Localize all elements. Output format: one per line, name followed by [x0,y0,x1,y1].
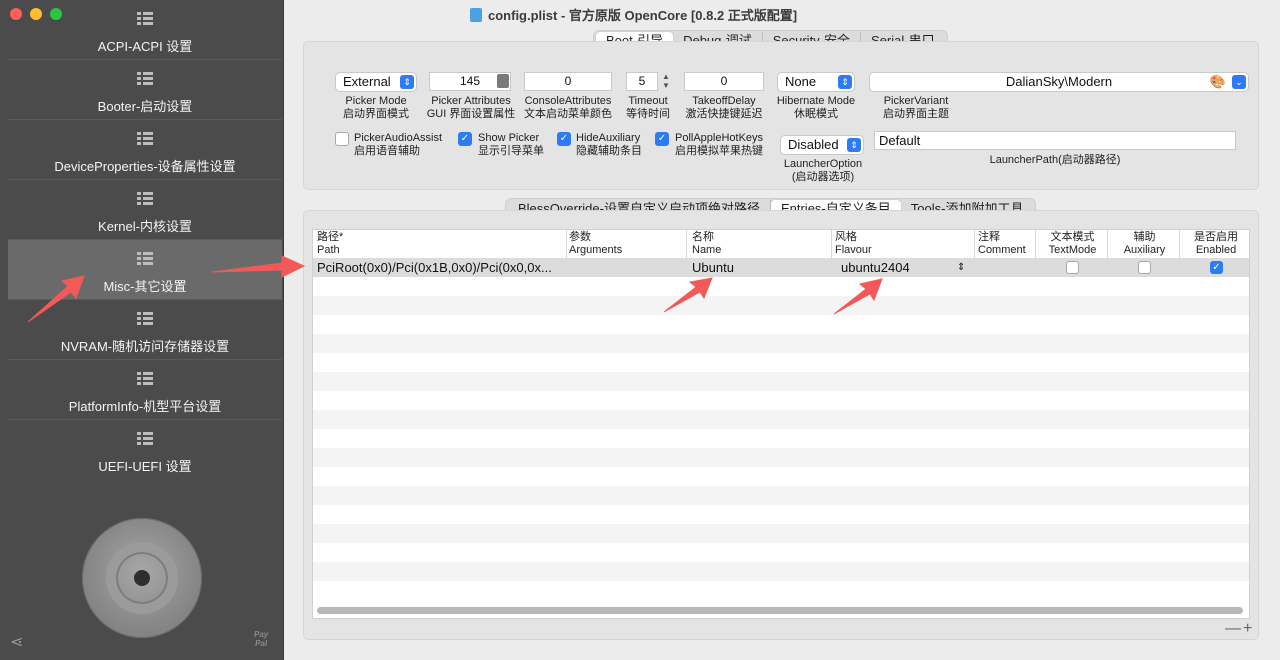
console-attributes-caption: ConsoleAttributes 文本启动菜单颜色 [524,95,612,120]
poll-apple-hotkeys-label: PollAppleHotKeys 启用模拟苹果热键 [675,132,764,157]
timeout-stepper[interactable]: ▲ ▼ [660,72,672,91]
cell-path[interactable]: PciRoot(0x0)/Pci(0x1B,0x0)/Pci(0x0,0x... [317,258,567,277]
sidebar-item-label: NVRAM-随机访问存储器设置 [60,339,230,354]
add-remove-buttons[interactable]: —+ [1225,620,1254,638]
picker-audio-assist-label: PickerAudioAssist 启用语音辅助 [354,132,443,157]
picker-mode-select[interactable]: External ⇕ [335,72,417,92]
opencore-logo [82,518,202,638]
hide-auxiliary-label: HideAuxiliary 隐藏辅助条目 [576,132,642,157]
column-header-comment[interactable]: 注释 Comment [978,230,1036,258]
timeout-caption: Timeout 等待时间 [626,95,670,120]
sidebar-item-label: ACPI-ACPI 设置 [97,39,193,54]
chevron-updown-icon[interactable]: ⇕ [957,258,971,277]
share-icon[interactable]: ⋖ [10,632,23,652]
chevron-updown-icon: ⇕ [838,75,852,89]
cell-flavour[interactable]: ubuntu2404 [841,258,961,277]
poll-apple-hotkeys-checkbox[interactable]: ✓ [655,132,669,146]
plist-file-icon [470,7,482,22]
list-icon [137,192,153,206]
auxiliary-checkbox[interactable] [1138,261,1151,274]
palette-icon: 🎨 [1209,74,1226,89]
sidebar-item-label: Misc-其它设置 [103,279,187,294]
window-title: config.plist - 官方原版 OpenCore [0.8.2 正式版配… [470,5,797,24]
sidebar-item-uefi[interactable]: UEFI-UEFI 设置 [8,420,282,480]
sidebar-item-label: Kernel-内核设置 [98,219,192,234]
picker-audio-assist-checkbox[interactable] [335,132,349,146]
window-title-text: config.plist - 官方原版 OpenCore [0.8.2 正式版配… [488,8,798,23]
cell-name[interactable]: Ubuntu [692,258,832,277]
sidebar-item-kernel[interactable]: Kernel-内核设置 [8,180,282,240]
sidebar-item-acpi[interactable]: ACPI-ACPI 设置 [8,0,282,60]
sidebar-item-platforminfo[interactable]: PlatformInfo-机型平台设置 [8,360,282,420]
textmode-checkbox[interactable] [1066,261,1079,274]
chevron-updown-icon: ⇕ [400,75,414,89]
sidebar-item-label: DeviceProperties-设备属性设置 [54,159,236,174]
sidebar-item-label: PlatformInfo-机型平台设置 [68,399,222,414]
picker-variant-select[interactable]: DalianSky\Modern 🎨 ⌄ [869,72,1249,92]
list-icon [137,252,153,266]
takeoff-delay-field[interactable]: 0 [684,72,764,91]
sidebar-item-deviceproperties[interactable]: DeviceProperties-设备属性设置 [8,120,282,180]
picker-mode-caption: Picker Mode 启动界面模式 [343,95,409,120]
hibernate-mode-caption: Hibernate Mode 休眠模式 [776,95,856,120]
hide-auxiliary-checkbox[interactable]: ✓ [557,132,571,146]
list-icon [137,72,153,86]
calculator-icon[interactable] [497,74,509,88]
sidebar-item-label: UEFI-UEFI 设置 [98,459,192,474]
column-header-textmode[interactable]: 文本模式 TextMode [1038,230,1108,258]
sidebar-item-booter[interactable]: Booter-启动设置 [8,60,282,120]
sidebar-item-label: Booter-启动设置 [97,99,193,114]
column-header-arguments[interactable]: 参数 Arguments [569,230,687,258]
picker-mode-value: External [343,74,391,89]
launcher-path-caption: LauncherPath(启动器路径) [989,154,1121,166]
hibernate-mode-select[interactable]: None ⇕ [777,72,855,92]
show-picker-checkbox[interactable]: ✓ [458,132,472,146]
picker-attributes-caption: Picker Attributes GUI 界面设置属性 [426,95,516,120]
chevron-down-icon: ⌄ [1232,75,1246,89]
timeout-field[interactable]: 5 [626,72,658,91]
column-header-flavour[interactable]: 风格 Flavour [835,230,975,258]
list-icon [137,12,153,26]
entries-table: 路径* Path 参数 Arguments 名称 Name 风格 Flavour 注释 C… [312,229,1250,619]
list-icon [137,372,153,386]
launcher-option-caption: LauncherOption (启动器选项) [783,158,863,183]
list-icon [137,312,153,326]
horizontal-scrollbar[interactable] [317,607,1243,614]
column-header-enabled[interactable]: 是否启用 Enabled [1182,230,1249,258]
column-header-path[interactable]: 路径* Path [317,230,567,258]
column-header-name[interactable]: 名称 Name [692,230,832,258]
launcher-path-field[interactable]: Default [874,131,1236,150]
show-picker-label: Show Picker 显示引导菜单 [478,132,544,157]
sidebar-item-nvram[interactable]: NVRAM-随机访问存储器设置 [8,300,282,360]
console-attributes-field[interactable]: 0 [524,72,612,91]
enabled-checkbox[interactable]: ✓ [1210,261,1223,274]
sidebar-item-misc[interactable]: Misc-其它设置 [8,240,282,300]
column-header-auxiliary[interactable]: 辅助 Auxiliary [1110,230,1180,258]
sidebar: ACPI-ACPI 设置 Booter-启动设置 DevicePropertie… [0,0,284,660]
launcher-option-select[interactable]: Disabled ⇕ [780,135,864,155]
paypal-icon[interactable]: Pay Pal [254,630,268,648]
chevron-updown-icon: ⇕ [847,138,861,152]
list-icon [137,132,153,146]
picker-variant-caption: PickerVariant 启动界面主题 [883,95,949,120]
takeoff-delay-caption: TakeoffDelay 激活快捷键延迟 [685,95,763,120]
list-icon [137,432,153,446]
